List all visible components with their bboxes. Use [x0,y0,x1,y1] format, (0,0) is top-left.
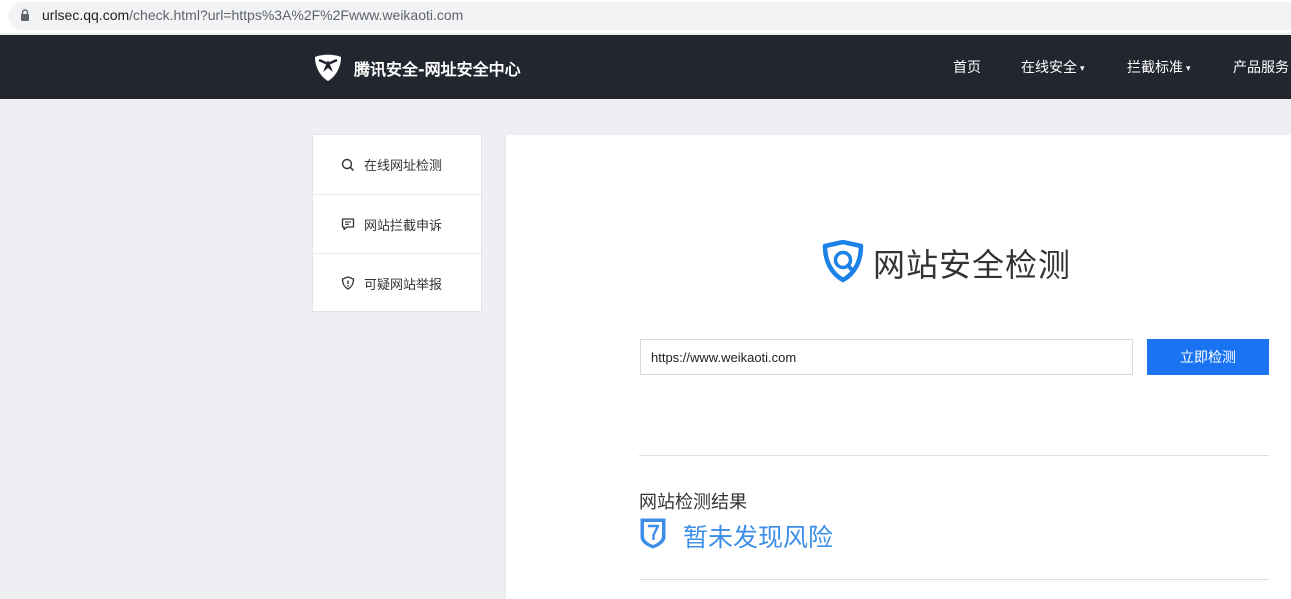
nav-products[interactable]: 产品服务 [1233,57,1289,77]
sidebar-item-report[interactable]: 可疑网站举报 [313,253,481,312]
search-icon [341,158,355,171]
sidebar-item-appeal[interactable]: 网站拦截申诉 [313,194,481,253]
nav-home[interactable]: 首页 [953,57,981,77]
url-input[interactable] [640,339,1133,375]
sidebar-item-label: 网站拦截申诉 [364,218,443,234]
lock-icon [21,9,29,21]
chevron-down-icon: ▾ [1080,64,1085,74]
result-status: 暂未发现风险 [683,523,834,552]
sidebar-item-label: 在线网址检测 [364,159,443,174]
browser-address-bar: urlsec.qq.com/check.html?url=https%3A%2F… [0,0,1291,33]
sidebar: 在线网址检测 网站拦截申诉 可疑网站举报 [312,134,482,312]
nav-online-security-label: 在线安全 [1021,60,1077,76]
page-title-block: 网站安全检测 [821,240,1071,286]
safe-shield-icon [640,518,666,549]
sidebar-item-url-check[interactable]: 在线网址检测 [313,135,481,194]
page-title: 网站安全检测 [873,246,1072,284]
nav-block-standards-label: 拦截标准 [1127,60,1183,76]
divider [639,455,1269,456]
main-panel: 网站安全检测 立即检测 网站检测结果 暂未发现风险 [505,135,1291,599]
message-icon [341,218,355,231]
shield-alert-icon [341,276,355,290]
site-header: 腾讯安全-网址安全中心 首页 在线安全 ▾ 拦截标准 ▾ 产品服务 [0,35,1291,99]
nav-products-label: 产品服务 [1233,60,1289,76]
brand-title[interactable]: 腾讯安全-网址安全中心 [354,56,521,80]
sidebar-item-label: 可疑网站举报 [364,277,443,293]
url-text[interactable]: urlsec.qq.com/check.html?url=https%3A%2F… [42,7,463,23]
nav-home-label: 首页 [953,60,981,76]
shield-search-icon [822,240,864,283]
nav-block-standards[interactable]: 拦截标准 ▾ [1127,57,1191,77]
url-path: /check.html?url=https%3A%2F%2Fwww.weikao… [129,7,464,23]
divider [639,579,1269,580]
nav-online-security[interactable]: 在线安全 ▾ [1021,57,1085,77]
url-host: urlsec.qq.com [42,7,130,23]
tencent-security-logo-icon[interactable] [311,50,345,84]
chevron-down-icon: ▾ [1186,64,1191,74]
result-heading: 网站检测结果 [639,492,747,513]
check-now-button[interactable]: 立即检测 [1147,339,1269,375]
